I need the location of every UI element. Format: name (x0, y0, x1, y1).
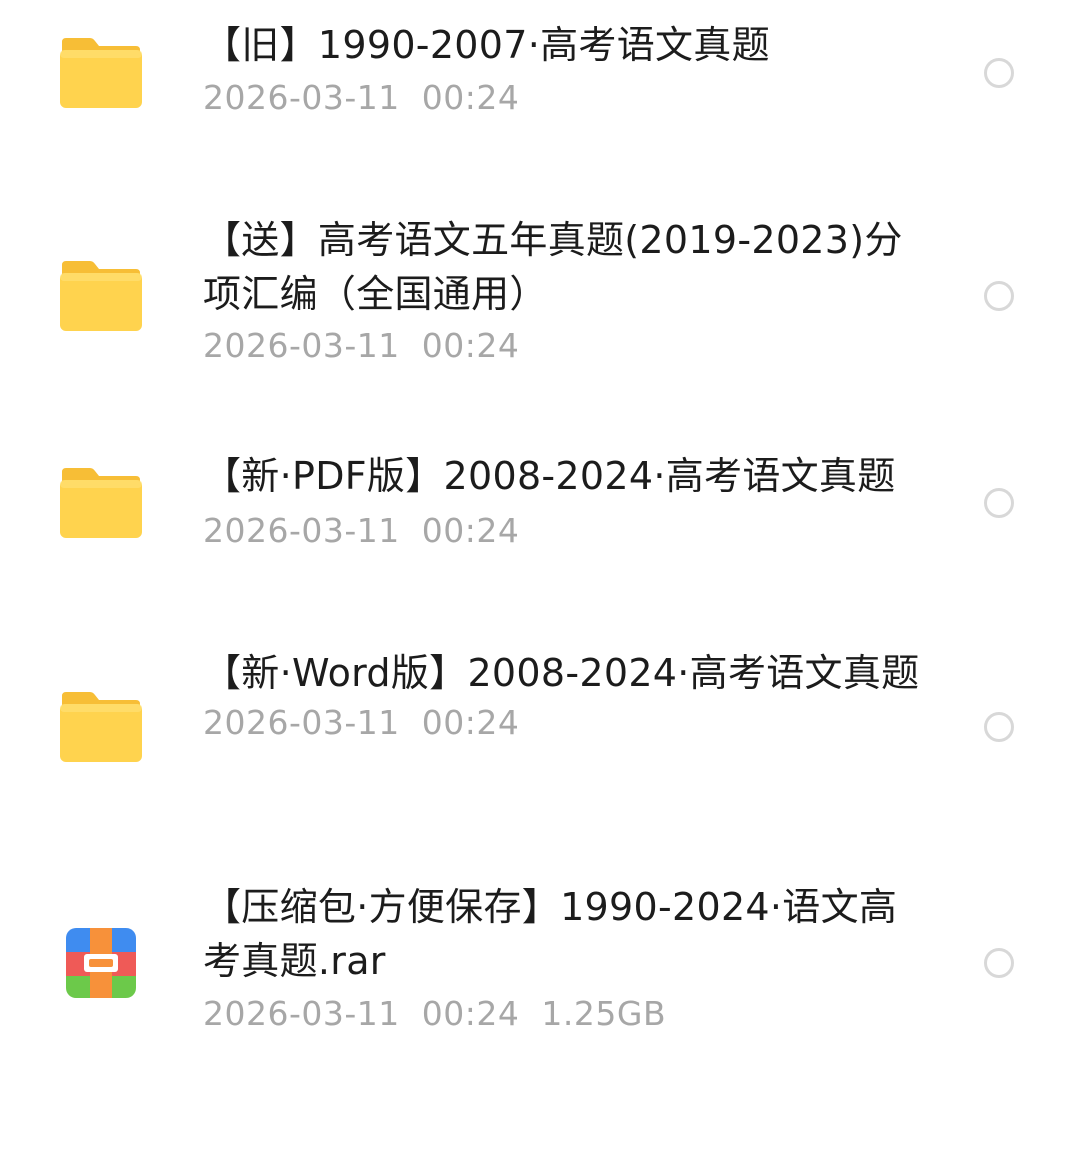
file-time: 00:24 (421, 994, 520, 1033)
folder-icon (58, 690, 142, 764)
folder-icon (58, 259, 142, 333)
select-checkbox[interactable] (984, 58, 1014, 88)
file-meta: 2026-03-11 00:24 (203, 78, 933, 118)
file-time: 00:24 (421, 511, 520, 550)
select-checkbox[interactable] (984, 281, 1014, 311)
file-name: 【新·Word版】2008-2024·高考语文真题 (203, 651, 920, 695)
file-date: 2026-03-11 (203, 994, 400, 1033)
select-checkbox[interactable] (984, 488, 1014, 518)
file-name: 【新·PDF版】2008-2024·高考语文真题 (203, 454, 896, 498)
file-row[interactable]: 【送】高考语文五年真题(2019-2023)分项汇编（全国通用） 2026-03… (0, 190, 1080, 430)
file-meta: 2026-03-11 00:24 (203, 326, 933, 366)
file-row[interactable]: 【新·PDF版】2008-2024·高考语文真题 2026-03-11 00:24 (0, 430, 1080, 620)
file-row[interactable]: 【旧】1990-2007·高考语文真题 2026-03-11 00:24 (0, 0, 1080, 190)
file-meta: 2026-03-11 00:24 1.25GB (203, 994, 933, 1034)
file-name: 【送】高考语文五年真题(2019-2023)分项汇编（全国通用） (203, 218, 903, 316)
file-time: 00:24 (421, 703, 520, 742)
file-time: 00:24 (421, 326, 520, 365)
file-date: 2026-03-11 (203, 326, 400, 365)
folder-icon (58, 36, 142, 110)
file-date: 2026-03-11 (203, 78, 400, 117)
file-meta: 2026-03-11 00:24 (203, 511, 933, 551)
archive-icon (64, 926, 138, 1000)
file-list: 【旧】1990-2007·高考语文真题 2026-03-11 00:24 【送】高… (0, 0, 1080, 1158)
file-name: 【旧】1990-2007·高考语文真题 (203, 23, 770, 67)
select-checkbox[interactable] (984, 712, 1014, 742)
folder-icon (58, 466, 142, 540)
file-meta: 2026-03-11 00:24 (203, 703, 933, 743)
file-time: 00:24 (421, 78, 520, 117)
file-date: 2026-03-11 (203, 703, 400, 742)
select-checkbox[interactable] (984, 948, 1014, 978)
file-size: 1.25GB (541, 994, 667, 1033)
file-name: 【压缩包·方便保存】1990-2024·语文高考真题.rar (203, 885, 898, 983)
file-date: 2026-03-11 (203, 511, 400, 550)
file-row[interactable]: 【压缩包·方便保存】1990-2024·语文高考真题.rar 2026-03-1… (0, 860, 1080, 1100)
file-row[interactable]: 【新·Word版】2008-2024·高考语文真题 2026-03-11 00:2… (0, 620, 1080, 860)
